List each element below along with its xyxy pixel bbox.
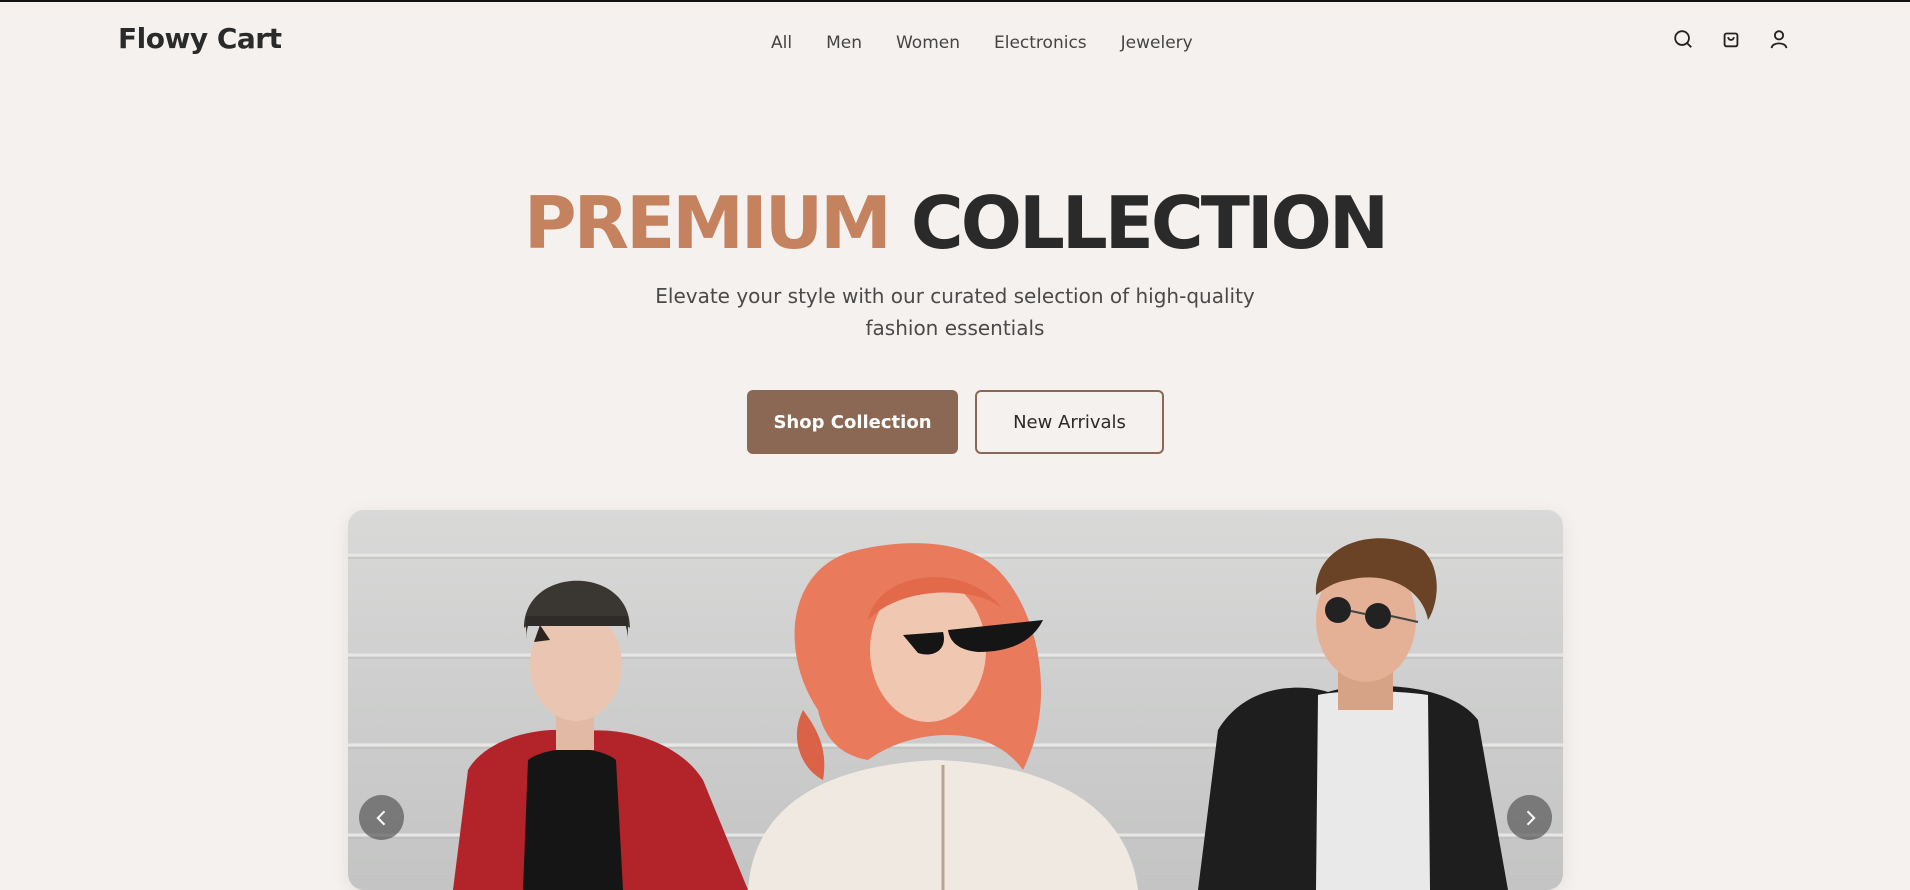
person-middle	[748, 543, 1138, 890]
hero-title: PREMIUM COLLECTION	[0, 178, 1910, 268]
banner-illustration	[348, 538, 1563, 890]
nav-item-jewelery[interactable]: Jewelery	[1121, 33, 1193, 53]
nav-item-men[interactable]: Men	[826, 33, 862, 53]
new-arrivals-button[interactable]: New Arrivals	[975, 390, 1164, 454]
logo[interactable]: Flowy Cart	[118, 22, 282, 55]
cart-icon[interactable]	[1720, 28, 1742, 50]
carousel-next-button[interactable]	[1507, 795, 1552, 840]
nav-item-all[interactable]: All	[771, 33, 792, 53]
hero-title-accent: PREMIUM	[524, 178, 892, 268]
hero-subtitle: Elevate your style with our curated sele…	[655, 284, 1255, 340]
carousel-prev-button[interactable]	[359, 795, 404, 840]
hero-banner-image	[348, 510, 1563, 890]
site-header: Flowy Cart All Men Women Electronics Jew…	[0, 2, 1910, 82]
shop-collection-button[interactable]: Shop Collection	[747, 390, 958, 454]
chevron-right-icon	[1526, 810, 1536, 825]
person-left	[453, 580, 748, 890]
person-right	[1198, 538, 1508, 890]
user-icon[interactable]	[1768, 28, 1790, 50]
header-actions	[1672, 28, 1790, 50]
search-icon[interactable]	[1672, 28, 1694, 50]
hero-title-rest: COLLECTION	[910, 181, 1389, 265]
nav-item-women[interactable]: Women	[896, 33, 960, 53]
nav-item-electronics[interactable]: Electronics	[994, 33, 1087, 53]
chevron-left-icon	[375, 810, 385, 825]
